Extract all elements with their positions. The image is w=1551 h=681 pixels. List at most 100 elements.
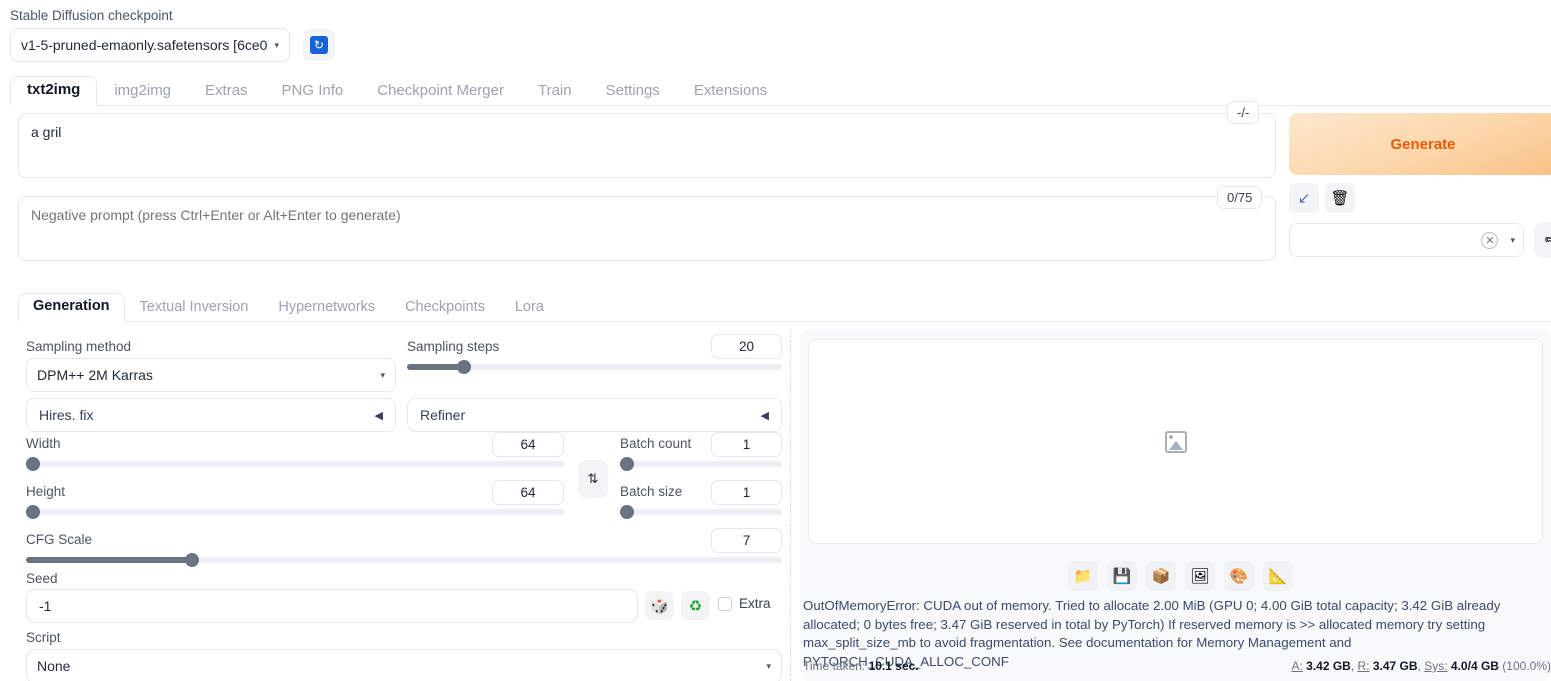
slider-thumb[interactable] [620, 505, 634, 519]
slider-thumb[interactable] [26, 505, 40, 519]
status-footer: Time taken: 10.1 sec. A: 3.42 GB, R: 3.4… [803, 659, 1551, 673]
negative-prompt-token-counter: 0/75 [1217, 186, 1263, 209]
tab-checkpoint-merger[interactable]: Checkpoint Merger [360, 77, 521, 106]
picture-icon: 🖼 [1190, 568, 1210, 585]
slider-thumb[interactable] [620, 457, 634, 471]
output-gallery[interactable] [808, 339, 1543, 544]
width-slider[interactable] [26, 457, 564, 471]
batch-size-value[interactable]: 1 [711, 480, 782, 505]
cfg-scale-slider[interactable] [26, 553, 782, 567]
refiner-label: Refiner [420, 407, 466, 423]
zip-button[interactable]: 📦 [1146, 561, 1176, 591]
batch-count-slider[interactable] [620, 457, 782, 471]
sampling-method-dropdown[interactable]: DPM++ 2M Karras ▾ [26, 358, 396, 392]
chevron-down-icon: ▾ [766, 660, 771, 671]
batch-size-slider[interactable] [620, 505, 782, 519]
styles-dropdown[interactable]: ✕ ▾ [1289, 223, 1524, 257]
dice-icon: 🎲 [650, 597, 669, 615]
sampling-steps-value[interactable]: 20 [711, 334, 782, 359]
random-seed-button[interactable]: 🎲 [645, 591, 674, 620]
width-value[interactable]: 64 [492, 432, 564, 457]
tab-png-info[interactable]: PNG Info [265, 77, 361, 106]
checkpoint-label: Stable Diffusion checkpoint [10, 8, 173, 23]
reuse-seed-button[interactable]: ♻ [681, 591, 710, 620]
subtab-checkpoints[interactable]: Checkpoints [390, 294, 500, 322]
chevron-left-icon: ◀ [760, 409, 769, 422]
subtab-hypernetworks[interactable]: Hypernetworks [263, 294, 390, 322]
height-slider[interactable] [26, 505, 564, 519]
negative-prompt-input[interactable] [18, 196, 1276, 261]
generation-settings-panel: Sampling method DPM++ 2M Karras ▾ Sampli… [0, 330, 790, 681]
sub-tab-bar: Generation Textual Inversion Hypernetwor… [18, 292, 1551, 322]
slider-track [620, 461, 782, 467]
cfg-scale-label: CFG Scale [26, 532, 93, 547]
image-placeholder-icon [1164, 430, 1187, 453]
batch-count-label: Batch count [620, 436, 692, 451]
clear-prompt-button[interactable]: 🗑 [1325, 183, 1355, 213]
prompt-input[interactable] [18, 113, 1276, 178]
mem-reserved-value: 3.47 GB [1372, 659, 1418, 673]
subtab-generation[interactable]: Generation [18, 293, 125, 322]
folder-icon: 📁 [1073, 568, 1093, 585]
send-to-img2img-button[interactable]: 🖼 [1185, 561, 1215, 591]
checkpoint-row: Stable Diffusion checkpoint v1-5-pruned-… [10, 8, 350, 62]
folder-button[interactable]: 📁 [1068, 561, 1098, 591]
time-taken-value: 10.1 sec. [868, 659, 919, 673]
refresh-checkpoint-button[interactable]: ↻ [303, 29, 335, 61]
read-generation-params-button[interactable]: ↙ [1289, 183, 1319, 213]
hires-fix-accordion[interactable]: Hires. fix ◀ [26, 398, 396, 432]
refiner-accordion[interactable]: Refiner ◀ [407, 398, 782, 432]
extra-label: Extra [739, 596, 771, 611]
swap-dimensions-button[interactable]: ⇅ [578, 460, 608, 498]
width-label: Width [26, 436, 61, 451]
refresh-icon: ↻ [310, 36, 328, 54]
save-button[interactable]: 💾 [1107, 561, 1137, 591]
edit-styles-button[interactable]: ✏ [1534, 222, 1551, 258]
height-value[interactable]: 64 [492, 480, 564, 505]
slider-thumb[interactable] [457, 360, 471, 374]
subtab-lora[interactable]: Lora [500, 294, 559, 322]
close-icon[interactable]: ✕ [1481, 231, 1499, 249]
tab-settings[interactable]: Settings [589, 77, 677, 106]
checkpoint-dropdown[interactable]: v1-5-pruned-emaonly.safetensors [6ce01 ▾ [10, 28, 290, 62]
batch-count-value[interactable]: 1 [711, 432, 782, 457]
checkbox-icon[interactable] [718, 596, 732, 611]
slider-fill [407, 364, 463, 370]
prompt-token-counter: -/- [1227, 101, 1260, 124]
send-to-inpaint-button[interactable]: 🎨 [1224, 561, 1254, 591]
tab-img2img[interactable]: img2img [97, 77, 188, 106]
zip-icon: 📦 [1151, 568, 1171, 585]
recycle-icon: ♻ [688, 597, 703, 615]
trash-icon: 🗑 [1330, 190, 1350, 207]
subtab-textual-inversion[interactable]: Textual Inversion [125, 294, 264, 322]
script-dropdown[interactable]: None ▾ [26, 649, 782, 681]
slider-thumb[interactable] [26, 457, 40, 471]
send-to-extras-button[interactable]: 📐 [1263, 561, 1293, 591]
sampling-steps-label: Sampling steps [407, 339, 500, 354]
seed-input[interactable]: -1 [26, 589, 638, 623]
slider-track [26, 461, 564, 467]
tab-extras[interactable]: Extras [188, 77, 265, 106]
chevron-down-icon: ▾ [1510, 234, 1515, 245]
swap-arrows-icon: ⇅ [587, 471, 599, 486]
extra-seed-checkbox[interactable]: Extra [718, 596, 771, 611]
mem-percent: (100.0%) [1502, 659, 1551, 673]
arrow-down-left-icon: ↙ [1297, 190, 1311, 207]
batch-size-label: Batch size [620, 484, 683, 499]
cfg-scale-value[interactable]: 7 [711, 528, 782, 553]
panel-divider [790, 330, 791, 681]
tab-train[interactable]: Train [521, 77, 589, 106]
tab-txt2img[interactable]: txt2img [10, 76, 98, 106]
hires-fix-label: Hires. fix [39, 407, 94, 423]
palette-icon: 🎨 [1229, 568, 1249, 585]
sampling-steps-slider[interactable] [407, 360, 782, 374]
pencil-icon: ✏ [1544, 232, 1551, 249]
script-label: Script [26, 630, 61, 645]
chevron-down-icon: ▾ [380, 369, 385, 380]
script-value: None [37, 658, 71, 674]
slider-thumb[interactable] [185, 553, 199, 567]
generate-button[interactable]: Generate [1289, 113, 1551, 175]
slider-track [620, 509, 782, 515]
sampling-method-value: DPM++ 2M Karras [37, 367, 153, 383]
tab-extensions[interactable]: Extensions [677, 77, 784, 106]
